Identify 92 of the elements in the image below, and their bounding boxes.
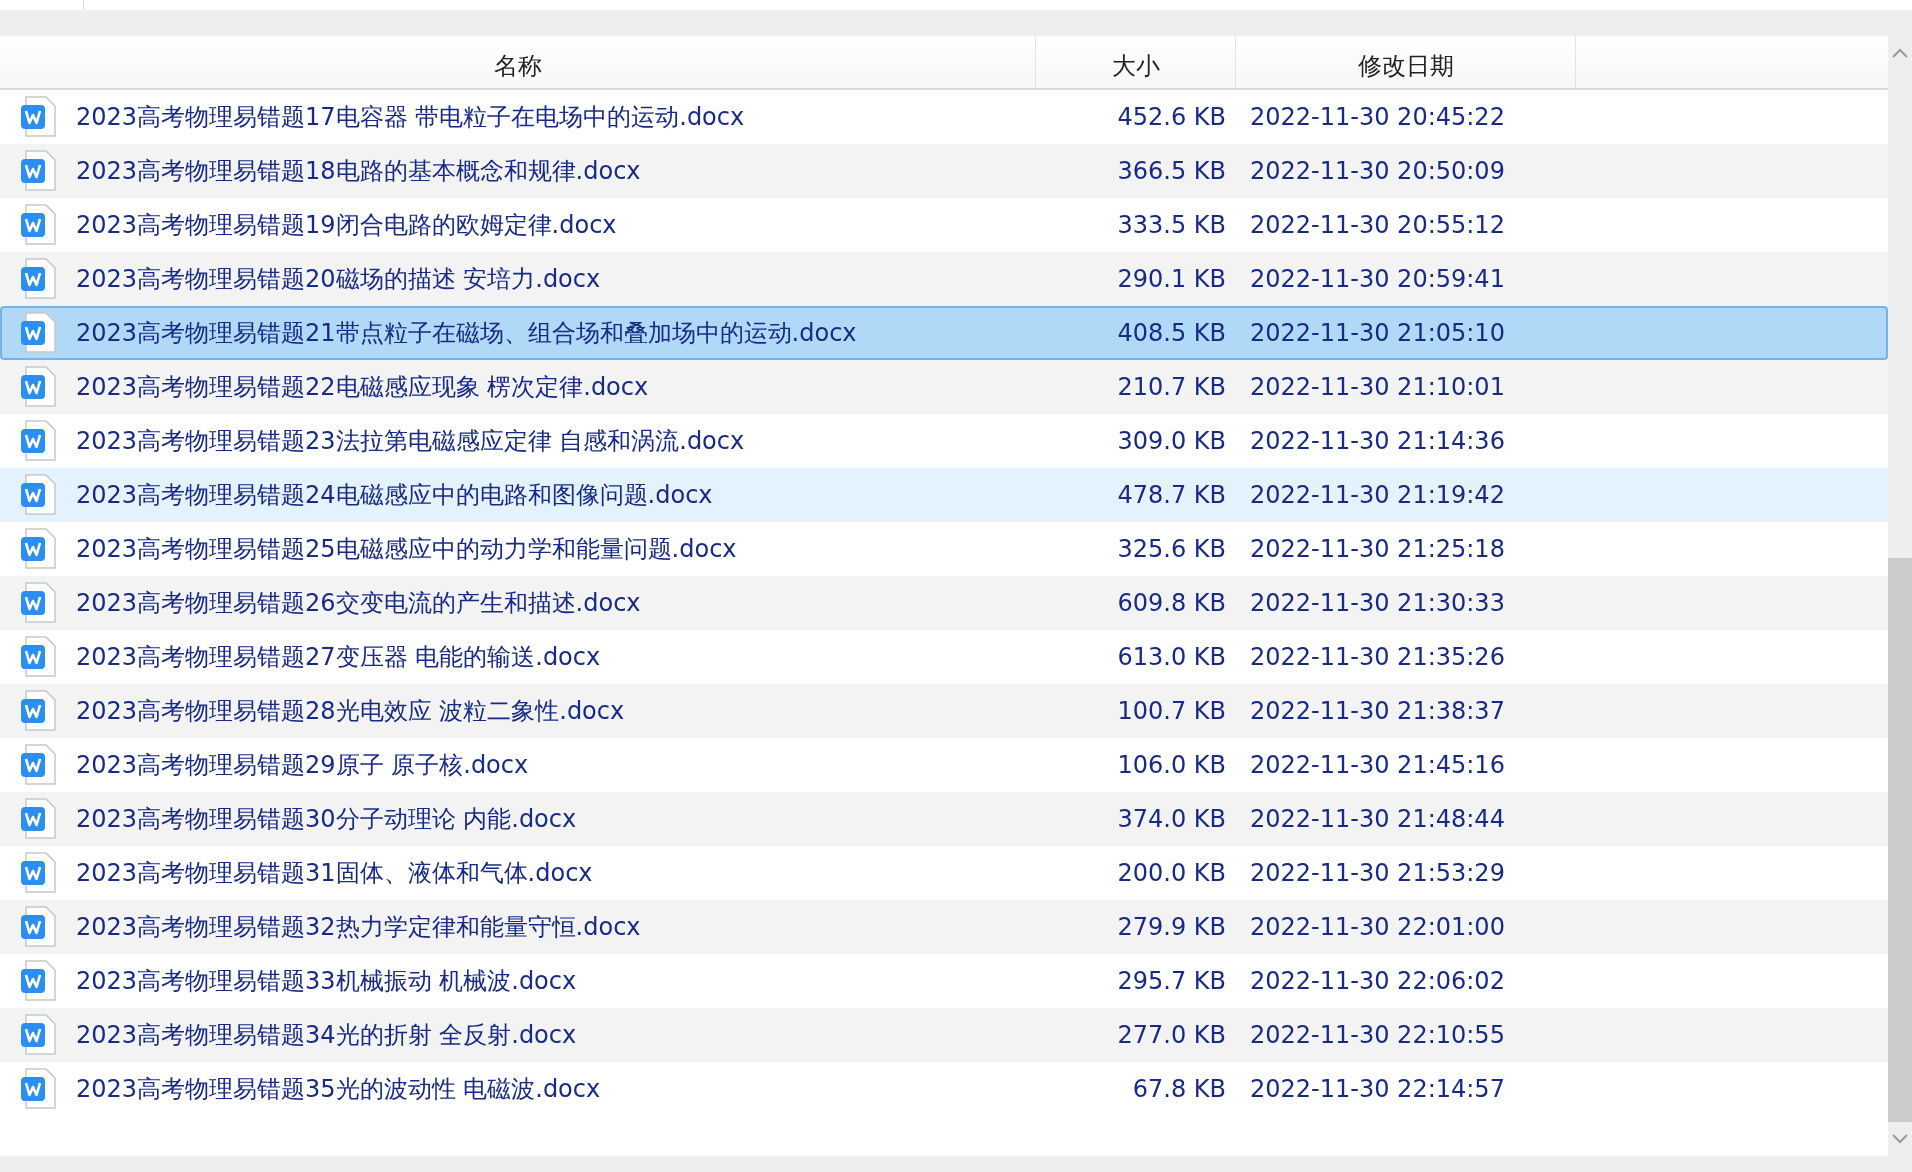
file-row[interactable]: 2023高考物理易错题28光电效应 波粒二象性.docx 100.7 KB 2022-11-30 21:38:37 — [0, 684, 1888, 738]
modified-date: 2022-11-30 21:30:33 — [1249, 588, 1506, 619]
file-size: 478.7 KB — [1116, 480, 1227, 511]
file-size: 200.0 KB — [1116, 858, 1227, 889]
file-name: 2023高考物理易错题31固体、液体和气体.docx — [76, 858, 593, 889]
word-document-icon — [20, 582, 56, 624]
file-row[interactable]: 2023高考物理易错题22电磁感应现象 楞次定律.docx 210.7 KB 2022-11-30 21:10:01 — [0, 360, 1888, 414]
column-header[interactable]: 名称 — [0, 36, 1036, 88]
file-name: 2023高考物理易错题17电容器 带电粒子在电场中的运动.docx — [76, 102, 745, 133]
file-name: 2023高考物理易错题21带点粒子在磁场、组合场和叠加场中的运动.docx — [76, 318, 857, 349]
file-size: 452.6 KB — [1116, 102, 1227, 133]
file-row[interactable]: 2023高考物理易错题26交变电流的产生和描述.docx 609.8 KB 2022-11-30 21:30:33 — [0, 576, 1888, 630]
file-name: 2023高考物理易错题24电磁感应中的电路和图像问题.docx — [76, 480, 713, 511]
file-name: 2023高考物理易错题34光的折射 全反射.docx — [76, 1020, 577, 1051]
file-row[interactable]: 2023高考物理易错题20磁场的描述 安培力.docx 290.1 KB 2022-11-30 20:59:41 — [0, 252, 1888, 306]
modified-date: 2022-11-30 22:01:00 — [1249, 912, 1506, 943]
file-name: 2023高考物理易错题20磁场的描述 安培力.docx — [76, 264, 601, 295]
modified-date: 2022-11-30 21:48:44 — [1249, 804, 1506, 835]
file-name: 2023高考物理易错题32热力学定律和能量守恒.docx — [76, 912, 641, 943]
file-name: 2023高考物理易错题18电路的基本概念和规律.docx — [76, 156, 641, 187]
file-name: 2023高考物理易错题23法拉第电磁感应定律 自感和涡流.docx — [76, 426, 745, 457]
word-document-icon — [20, 312, 56, 354]
file-size: 100.7 KB — [1116, 696, 1227, 727]
file-name: 2023高考物理易错题25电磁感应中的动力学和能量问题.docx — [76, 534, 737, 565]
file-row[interactable]: 2023高考物理易错题24电磁感应中的电路和图像问题.docx 478.7 KB 2022-11-30 21:19:42 — [0, 468, 1888, 522]
word-document-icon — [20, 690, 56, 732]
file-size: 325.6 KB — [1116, 534, 1227, 565]
modified-date: 2022-11-30 20:55:12 — [1249, 210, 1506, 241]
file-name: 2023高考物理易错题27变压器 电能的输送.docx — [76, 642, 601, 673]
file-name: 2023高考物理易错题33机械振动 机械波.docx — [76, 966, 577, 997]
word-document-icon — [20, 960, 56, 1002]
file-size: 374.0 KB — [1116, 804, 1227, 835]
word-document-icon — [20, 1068, 56, 1110]
modified-date: 2022-11-30 21:35:26 — [1249, 642, 1506, 673]
file-name: 2023高考物理易错题19闭合电路的欧姆定律.docx — [76, 210, 617, 241]
file-size: 309.0 KB — [1116, 426, 1227, 457]
word-document-icon — [20, 798, 56, 840]
scrollbar-thumb[interactable] — [1888, 558, 1912, 1122]
file-name: 2023高考物理易错题29原子 原子核.docx — [76, 750, 529, 781]
file-size: 366.5 KB — [1116, 156, 1227, 187]
column-header[interactable]: 大小 — [1036, 36, 1236, 88]
word-document-icon — [20, 96, 56, 138]
word-document-icon — [20, 744, 56, 786]
scroll-up-icon[interactable] — [1892, 48, 1908, 58]
file-row[interactable]: 2023高考物理易错题34光的折射 全反射.docx 277.0 KB 2022-11-30 22:10:55 — [0, 1008, 1888, 1062]
modified-date: 2022-11-30 21:45:16 — [1249, 750, 1506, 781]
word-document-icon — [20, 636, 56, 678]
modified-date: 2022-11-30 21:14:36 — [1249, 426, 1506, 457]
word-document-icon — [20, 906, 56, 948]
modified-date: 2022-11-30 22:06:02 — [1249, 966, 1506, 997]
file-name: 2023高考物理易错题22电磁感应现象 楞次定律.docx — [76, 372, 649, 403]
word-document-icon — [20, 1014, 56, 1056]
modified-date: 2022-11-30 21:38:37 — [1249, 696, 1506, 727]
file-size: 279.9 KB — [1116, 912, 1227, 943]
modified-date: 2022-11-30 21:19:42 — [1249, 480, 1506, 511]
word-document-icon — [20, 852, 56, 894]
file-row[interactable]: 2023高考物理易错题21带点粒子在磁场、组合场和叠加场中的运动.docx 408.5 KB 2022-11-30 21:05:10 — [0, 306, 1888, 360]
file-size: 277.0 KB — [1116, 1020, 1227, 1051]
modified-date: 2022-11-30 21:05:10 — [1249, 318, 1506, 349]
file-row[interactable]: 2023高考物理易错题32热力学定律和能量守恒.docx 279.9 KB 2022-11-30 22:01:00 — [0, 900, 1888, 954]
word-document-icon — [20, 528, 56, 570]
modified-date: 2022-11-30 21:53:29 — [1249, 858, 1506, 889]
word-document-icon — [20, 150, 56, 192]
file-name: 2023高考物理易错题28光电效应 波粒二象性.docx — [76, 696, 625, 727]
file-name: 2023高考物理易错题30分子动理论 内能.docx — [76, 804, 577, 835]
word-document-icon — [20, 420, 56, 462]
word-document-icon — [20, 204, 56, 246]
file-row[interactable]: 2023高考物理易错题30分子动理论 内能.docx 374.0 KB 2022-11-30 21:48:44 — [0, 792, 1888, 846]
word-document-icon — [20, 474, 56, 516]
word-document-icon — [20, 366, 56, 408]
file-size: 210.7 KB — [1116, 372, 1227, 403]
modified-date: 2022-11-30 20:59:41 — [1249, 264, 1506, 295]
file-size: 295.7 KB — [1116, 966, 1227, 997]
modified-date: 2022-11-30 22:14:57 — [1249, 1074, 1506, 1105]
file-row[interactable]: 2023高考物理易错题18电路的基本概念和规律.docx 366.5 KB 2022-11-30 20:50:09 — [0, 144, 1888, 198]
modified-date: 2022-11-30 21:10:01 — [1249, 372, 1506, 403]
file-size: 613.0 KB — [1116, 642, 1227, 673]
file-size: 67.8 KB — [1131, 1074, 1227, 1105]
modified-date: 2022-11-30 21:25:18 — [1249, 534, 1506, 565]
file-name: 2023高考物理易错题26交变电流的产生和描述.docx — [76, 588, 641, 619]
file-size: 609.8 KB — [1116, 588, 1227, 619]
word-document-icon — [20, 258, 56, 300]
file-size: 106.0 KB — [1116, 750, 1227, 781]
file-name: 2023高考物理易错题35光的波动性 电磁波.docx — [76, 1074, 601, 1105]
modified-date: 2022-11-30 20:50:09 — [1249, 156, 1506, 187]
modified-date: 2022-11-30 20:45:22 — [1249, 102, 1506, 133]
modified-date: 2022-11-30 22:10:55 — [1249, 1020, 1506, 1051]
file-size: 290.1 KB — [1116, 264, 1227, 295]
scroll-down-icon[interactable] — [1892, 1134, 1908, 1144]
file-size: 408.5 KB — [1116, 318, 1227, 349]
file-size: 333.5 KB — [1116, 210, 1227, 241]
column-header[interactable]: 修改日期 — [1236, 36, 1576, 88]
